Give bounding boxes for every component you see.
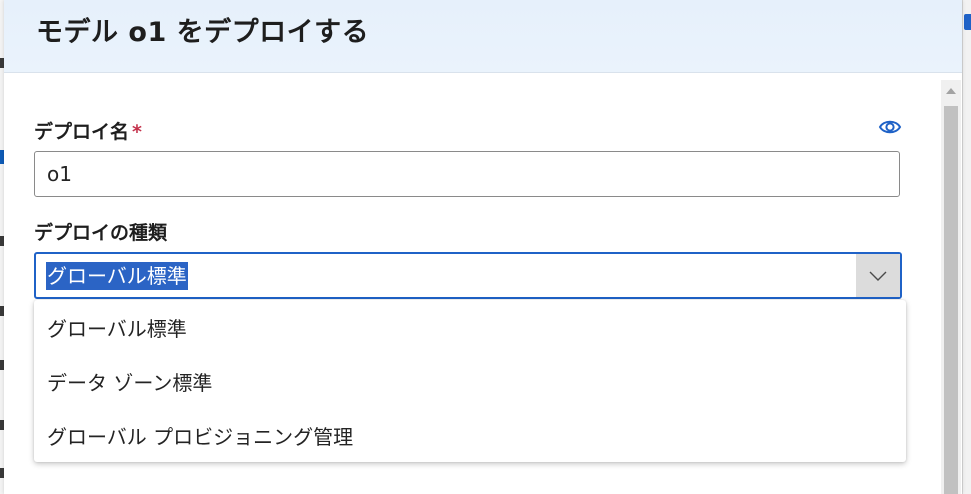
chevron-down-icon <box>869 271 887 281</box>
required-marker: * <box>132 121 142 143</box>
deployment-type-selected-value: グローバル標準 <box>46 262 188 290</box>
background-badge <box>964 14 971 30</box>
dialog-title: モデル o1 をデプロイする <box>36 17 370 48</box>
chevron-up-icon <box>946 88 956 94</box>
listbox-option-global-provisioned-managed[interactable]: グローバル プロビジョニング管理 <box>34 408 906 462</box>
deployment-name-label-text: デプロイ名 <box>34 121 130 143</box>
listbox-option-global-standard[interactable]: グローバル標準 <box>34 300 906 354</box>
dialog-header: モデル o1 をデプロイする <box>4 0 962 73</box>
listbox-option-data-zone-standard[interactable]: データ ゾーン標準 <box>34 354 906 408</box>
background-panel-edge <box>962 0 971 494</box>
scrollbar-thumb[interactable] <box>944 106 958 494</box>
vertical-scrollbar[interactable] <box>941 80 961 494</box>
deployment-type-select[interactable]: グローバル標準 <box>34 252 902 299</box>
deployment-type-listbox: グローバル標準 データ ゾーン標準 グローバル プロビジョニング管理 <box>34 300 906 462</box>
scroll-up-button[interactable] <box>941 80 961 102</box>
page: モデル o1 をデプロイする デプロイ名* デプロイの種類 グローバル標準 <box>0 0 971 494</box>
deploy-model-dialog: モデル o1 をデプロイする デプロイ名* デプロイの種類 グローバル標準 <box>4 0 962 494</box>
deployment-name-input[interactable] <box>34 151 900 197</box>
deployment-name-label: デプロイ名 * <box>34 117 142 144</box>
deployment-type-label: デプロイの種類 <box>34 222 168 244</box>
eye-icon[interactable] <box>878 116 902 138</box>
dropdown-toggle[interactable] <box>856 254 900 297</box>
divider <box>962 0 963 494</box>
